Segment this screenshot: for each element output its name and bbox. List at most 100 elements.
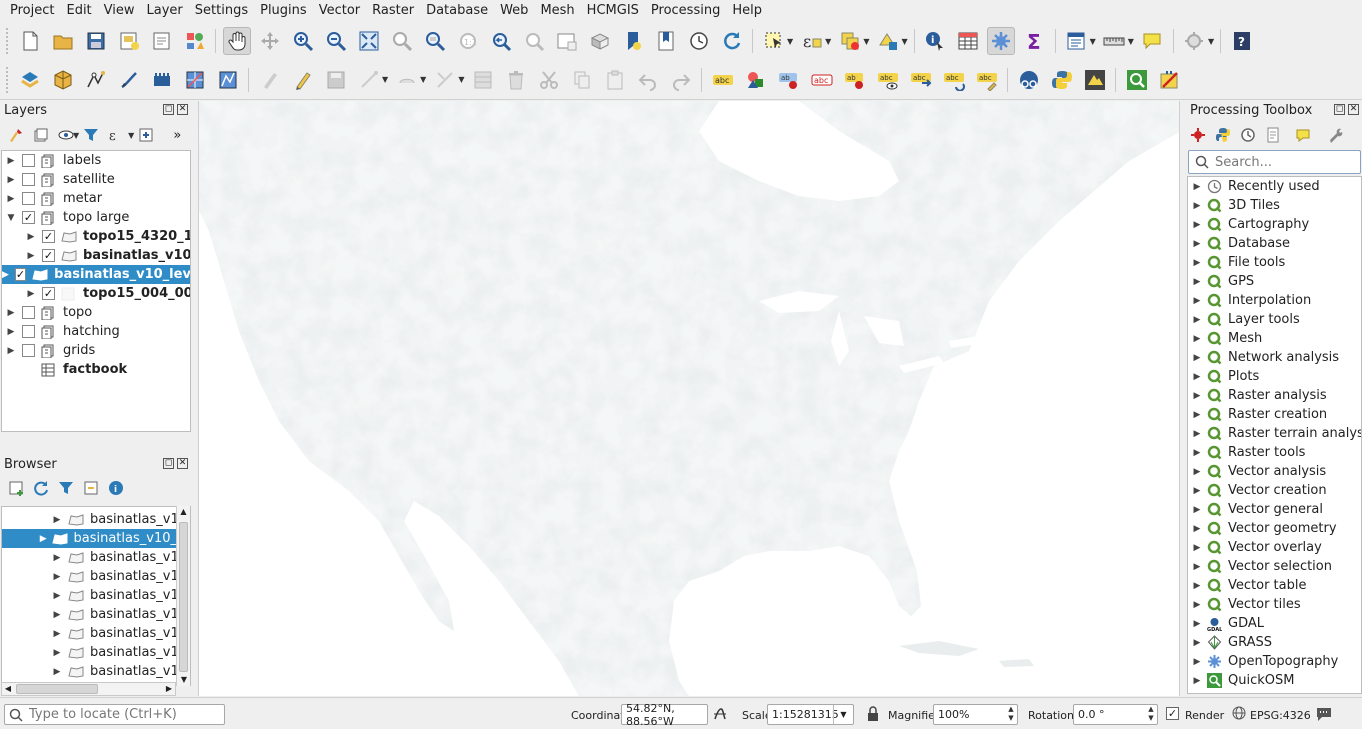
expand-right-icon[interactable]: ▶ [1188,353,1206,363]
expand-right-icon[interactable]: ▶ [1188,201,1206,211]
show-hide-labels-button[interactable]: abc [808,66,836,94]
expand-right-icon[interactable]: ▶ [6,156,16,166]
expand-right-icon[interactable]: ▶ [6,194,16,204]
redo-button[interactable] [667,66,695,94]
expand-right-icon[interactable]: ▶ [1188,467,1206,477]
toolbox-provider-item[interactable]: ▶ Database [1188,234,1291,253]
toolbox-provider-item[interactable]: ▶ Vector general [1188,500,1323,519]
browser-tree-item[interactable]: ▶basinatlas_v10_ [2,662,190,681]
expand-right-icon[interactable]: ▶ [1188,448,1206,458]
close-panel-button[interactable]: ✕ [177,458,188,469]
chevron-down-icon[interactable]: ▼ [863,37,869,46]
scrollbar-thumb[interactable] [16,684,98,694]
layer-visibility-checkbox[interactable] [22,154,35,167]
menu-web[interactable]: Web [494,0,534,22]
move-label-button[interactable]: abc [907,66,935,94]
expand-right-icon[interactable]: ▶ [1188,182,1206,192]
select-by-location-button[interactable] [874,27,902,55]
chevron-down-icon[interactable]: ▼ [833,705,853,724]
scroll-down-icon[interactable]: ▼ [177,675,191,684]
expand-right-icon[interactable]: ▶ [52,610,62,620]
edit-features-in-place-icon[interactable] [1294,125,1314,145]
temporal-controller-button[interactable] [685,27,713,55]
pin-label-button[interactable]: ab [775,66,803,94]
menu-project[interactable]: Project [4,0,60,22]
collapse-all-icon[interactable] [81,478,101,498]
new-geopackage-layer-button[interactable] [49,66,77,94]
chevron-down-icon[interactable]: ▼ [458,75,464,84]
select-features-button[interactable] [760,27,788,55]
expand-right-icon[interactable]: ▶ [52,591,62,601]
expand-right-icon[interactable]: ▶ [1188,372,1206,382]
layer-visibility-checkbox[interactable]: ✓ [42,249,55,262]
copy-features-button[interactable] [568,66,596,94]
magnifier-spinbox[interactable]: 100% ▲ ▼ [933,704,1018,725]
open-attribute-table-button[interactable] [954,27,982,55]
float-panel-button[interactable]: ◻ [163,458,174,469]
float-panel-button[interactable]: ◻ [163,104,174,115]
menu-mesh[interactable]: Mesh [534,0,580,22]
expand-right-icon[interactable]: ▶ [1188,334,1206,344]
browser-tree-item[interactable]: ▶basinatlas_v10_ [2,643,190,662]
expand-right-icon[interactable]: ▶ [1188,277,1206,287]
delete-selected-button[interactable] [502,66,530,94]
refresh-icon[interactable] [31,478,51,498]
toolbox-provider-item[interactable]: ▶ Layer tools [1188,310,1300,329]
pan-to-selection-button[interactable] [256,27,284,55]
zoom-in-button[interactable] [289,27,317,55]
horizontal-scrollbar[interactable]: ◀ ▶ [1,682,176,696]
menu-layer[interactable]: Layer [141,0,189,22]
expand-right-icon[interactable]: ▶ [1188,562,1206,572]
pin-unpin-labels-button[interactable]: ab [841,66,869,94]
show-bookmarks-button[interactable] [652,27,680,55]
hcmgis-button[interactable] [1081,66,1109,94]
deselect-features-button[interactable] [836,27,864,55]
messages-icon[interactable] [1315,705,1333,723]
scroll-right-icon[interactable]: ▶ [163,683,175,695]
menu-settings[interactable]: Settings [189,0,254,22]
toolbox-provider-item[interactable]: ▶ Vector creation [1188,481,1327,500]
cycling-plugin-button[interactable] [1015,66,1043,94]
toolbox-provider-item[interactable]: ▶ Raster tools [1188,443,1306,462]
data-source-manager-button[interactable] [16,66,44,94]
expand-right-icon[interactable]: ▶ [52,553,62,563]
toolbox-search-input[interactable]: Search... [1188,150,1361,174]
coordinate-field[interactable]: 54.82°N, 88.56°W [621,702,708,728]
toolbox-provider-item[interactable]: ▶ Vector selection [1188,557,1332,576]
style-manager-button[interactable] [181,27,209,55]
expand-right-icon[interactable]: ▶ [6,327,16,337]
expand-right-icon[interactable]: ▶ [1188,638,1206,648]
expand-right-icon[interactable]: ▶ [1188,505,1206,515]
save-project-button[interactable] [82,27,110,55]
history-icon[interactable] [1238,125,1258,145]
vertical-scrollbar[interactable]: ▲ ▼ [176,506,190,686]
layer-tree-item[interactable]: ▶ metar [2,189,190,208]
zoom-next-button[interactable] [520,27,548,55]
expand-right-icon[interactable]: ▶ [1188,429,1206,439]
toggle-extents-icon[interactable] [712,706,728,722]
expand-right-icon[interactable]: ▶ [1188,239,1206,249]
toolbox-provider-item[interactable]: ▶ Vector tiles [1188,595,1301,614]
layer-visibility-checkbox[interactable]: ✓ [42,230,55,243]
toolbox-provider-item[interactable]: ▶ GRASS [1188,633,1272,652]
toolbox-provider-item[interactable]: ▶ Raster creation [1188,405,1328,424]
scrollbar-thumb[interactable] [179,522,188,672]
layer-tree-item[interactable]: ▶ ✓ basinatlas_v10_lev [2,246,190,265]
map-canvas[interactable] [198,101,1180,696]
expand-right-icon[interactable]: ▶ [52,648,62,658]
expand-right-icon[interactable]: ▶ [52,667,62,677]
browser-tree-item[interactable]: ▶basinatlas_v10_ [2,605,190,624]
zoom-last-button[interactable] [487,27,515,55]
expand-all-icon[interactable] [136,125,156,145]
layer-tree-item[interactable]: ▶ labels [2,151,190,170]
menu-database[interactable]: Database [420,0,494,22]
scroll-up-icon[interactable]: ▲ [177,506,190,518]
layout-manager-button[interactable] [148,27,176,55]
expand-down-icon[interactable]: ▼ [6,213,16,223]
identify-features-button[interactable]: i [921,27,949,55]
show-hide-labels-eye-button[interactable]: abc [874,66,902,94]
layer-visibility-checkbox[interactable] [22,192,35,205]
expand-right-icon[interactable]: ▶ [1188,486,1206,496]
toolbox-provider-item[interactable]: ▶ Interpolation [1188,291,1312,310]
expand-right-icon[interactable]: ▶ [6,175,16,185]
